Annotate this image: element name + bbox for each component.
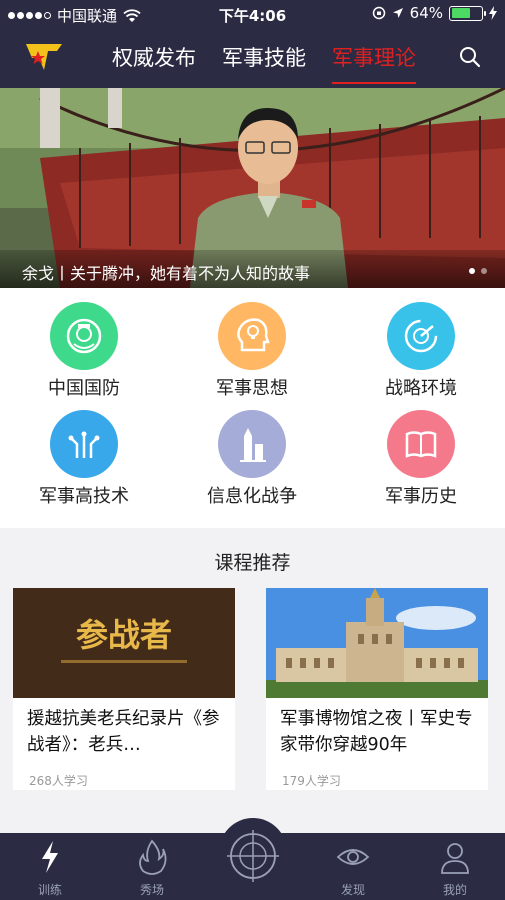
tab-label: 训练	[37, 883, 62, 897]
tab-showcase[interactable]: 秀场	[112, 833, 192, 900]
banner-dot	[481, 268, 487, 274]
course-thumbnail	[266, 588, 488, 698]
header: 权威发布 军事技能 军事理论	[0, 28, 505, 88]
battery-percent: 64%	[409, 4, 443, 22]
charging-icon	[489, 6, 497, 20]
tab-military-skills[interactable]: 军事技能	[222, 42, 306, 80]
eye-icon	[336, 849, 370, 865]
category-strategic-environment[interactable]: 战略环境	[351, 302, 491, 400]
category-national-defense[interactable]: 中国国防	[14, 302, 154, 400]
category-grid: 中国国防 军事思想 战略环境 军事高技术 信息化战争 军事历史	[0, 288, 505, 528]
national-emblem-icon	[50, 302, 118, 370]
category-label: 中国国防	[48, 378, 120, 399]
tab-discover[interactable]: 发现	[313, 833, 393, 900]
app-logo-icon	[26, 44, 62, 70]
course-card[interactable]: 参战者 援越抗美老兵纪录片《参战者》：老兵… 268人学习	[13, 588, 235, 790]
category-label: 战略环境	[385, 378, 457, 399]
top-tabs: 权威发布 军事技能 军事理论	[112, 42, 416, 84]
lightning-icon	[42, 841, 58, 873]
location-arrow-icon	[392, 8, 403, 18]
course-title: 援越抗美老兵纪录片《参战者》：老兵…	[27, 709, 220, 755]
category-military-thought[interactable]: 军事思想	[182, 302, 322, 400]
battery-icon	[449, 5, 486, 21]
status-bar: 中国联通 下午4:06 64%	[0, 0, 505, 28]
tab-profile[interactable]: 我的	[415, 833, 495, 900]
course-card[interactable]: 军事博物馆之夜丨军史专家带你穿越90年 179人学习	[266, 588, 488, 790]
top-bar: 中国联通 下午4:06 64% 权威发布 军事技能 军事理论	[0, 0, 505, 88]
crosshair-icon	[227, 830, 279, 882]
learner-count: 268人学习	[29, 774, 88, 788]
tab-label: 发现	[340, 883, 365, 897]
learner-count: 179人学习	[282, 774, 341, 788]
head-lightbulb-icon	[218, 302, 286, 370]
book-icon	[387, 410, 455, 478]
user-icon	[441, 843, 469, 874]
tab-training[interactable]: 训练	[10, 833, 90, 900]
missile-icon	[218, 410, 286, 478]
tab-authority-release[interactable]: 权威发布	[112, 42, 196, 80]
category-information-warfare[interactable]: 信息化战争	[182, 410, 322, 508]
circuit-icon	[50, 410, 118, 478]
section-title: 课程推荐	[214, 552, 291, 574]
banner-dot	[469, 268, 475, 274]
category-military-history[interactable]: 军事历史	[351, 410, 491, 508]
category-label: 军事历史	[385, 486, 457, 507]
category-label: 军事高技术	[39, 486, 129, 507]
banner-caption: 余戈丨关于腾冲，她有着不为人知的故事	[0, 250, 505, 288]
rotation-lock-icon	[372, 6, 385, 20]
banner-pagination	[469, 268, 487, 274]
course-thumbnail: 参战者	[13, 588, 235, 698]
thumbnail-title: 参战者	[76, 616, 172, 654]
tab-label: 我的	[442, 883, 467, 897]
center-action-button[interactable]	[219, 818, 287, 886]
search-icon[interactable]	[459, 46, 481, 68]
tab-label: 秀场	[139, 883, 164, 897]
flame-icon	[139, 839, 167, 875]
course-title: 军事博物馆之夜丨军史专家带你穿越90年	[280, 709, 473, 755]
banner-carousel[interactable]: 余戈丨关于腾冲，她有着不为人知的故事	[0, 88, 505, 288]
radar-icon	[387, 302, 455, 370]
course-recommendations: 课程推荐 参战者 援越抗美老兵纪录片《参战者》：老兵… 268人学习 军事博物馆…	[0, 528, 505, 833]
category-military-high-tech[interactable]: 军事高技术	[14, 410, 154, 508]
category-label: 军事思想	[216, 378, 288, 399]
tab-military-theory[interactable]: 军事理论	[332, 42, 416, 84]
category-label: 信息化战争	[207, 486, 297, 507]
